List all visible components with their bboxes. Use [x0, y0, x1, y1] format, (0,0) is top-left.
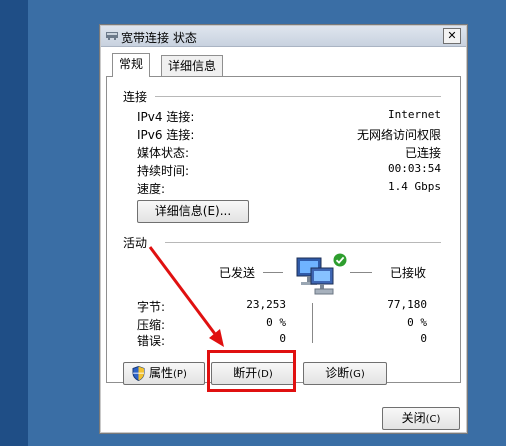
connection-divider — [155, 96, 441, 97]
errors-received: 0 — [420, 332, 427, 345]
duration-value: 00:03:54 — [388, 162, 441, 175]
compression-label: 压缩: — [137, 318, 166, 332]
speed-value: 1.4 Gbps — [388, 180, 441, 193]
activity-divider-vertical — [312, 303, 313, 343]
errors-label: 错误: — [137, 334, 166, 348]
media-state-label: 媒体状态: — [137, 146, 190, 160]
properties-button[interactable]: 属性(P) — [123, 362, 205, 385]
received-heading: 已接收 — [390, 266, 427, 280]
green-check-icon — [333, 253, 347, 267]
tab-general[interactable]: 常规 — [112, 53, 151, 77]
title-bar[interactable]: 宽带连接 状态 ✕ — [101, 26, 466, 47]
activity-heading: 活动 — [123, 236, 148, 250]
general-panel: 连接 IPv4 连接: Internet IPv6 连接: 无网络访问权限 媒体… — [106, 76, 461, 385]
ipv4-label: IPv4 连接: — [137, 110, 195, 124]
errors-sent: 0 — [279, 332, 286, 345]
details-button[interactable]: 详细信息(E)... — [137, 200, 249, 223]
properties-button-label: 属性 — [149, 366, 174, 380]
diagnose-button[interactable]: 诊断(G) — [303, 362, 387, 385]
desktop-edge — [0, 0, 28, 446]
sent-heading: 已发送 — [219, 266, 256, 280]
details-button-label: 详细信息(E)... — [154, 204, 232, 218]
annotation-highlight-box — [207, 350, 296, 392]
bytes-sent: 23,253 — [246, 298, 286, 311]
properties-button-key: (P) — [173, 369, 187, 380]
ipv6-label: IPv6 连接: — [137, 128, 195, 142]
window-title: 宽带连接 状态 — [121, 31, 197, 45]
activity-divider — [165, 242, 441, 243]
tab-details[interactable]: 详细信息 — [161, 55, 224, 76]
tab-details-label: 详细信息 — [168, 59, 217, 73]
compression-received: 0 % — [407, 316, 427, 329]
tab-general-label: 常规 — [119, 57, 144, 71]
bytes-label: 字节: — [137, 300, 166, 314]
close-button[interactable]: 关闭(C) — [382, 407, 460, 430]
media-state-value: 已连接 — [404, 146, 441, 160]
connection-heading: 连接 — [123, 90, 148, 104]
ipv4-value: Internet — [388, 108, 441, 121]
received-line — [350, 272, 372, 273]
network-adapter-icon — [106, 32, 118, 40]
close-button-label: 关闭 — [401, 411, 426, 425]
ipv6-value: 无网络访问权限 — [356, 128, 441, 142]
tab-strip: 常规 详细信息 — [106, 53, 461, 77]
bytes-received: 77,180 — [387, 298, 427, 311]
close-icon: ✕ — [447, 29, 457, 42]
close-button-key: (C) — [425, 414, 441, 425]
speed-label: 速度: — [137, 182, 166, 196]
sent-line — [263, 272, 283, 273]
close-window-button[interactable]: ✕ — [443, 28, 461, 44]
diagnose-button-label: 诊断 — [325, 366, 350, 380]
shield-icon — [132, 366, 145, 381]
compression-sent: 0 % — [266, 316, 286, 329]
diagnose-button-key: (G) — [349, 369, 365, 380]
duration-label: 持续时间: — [137, 164, 190, 178]
